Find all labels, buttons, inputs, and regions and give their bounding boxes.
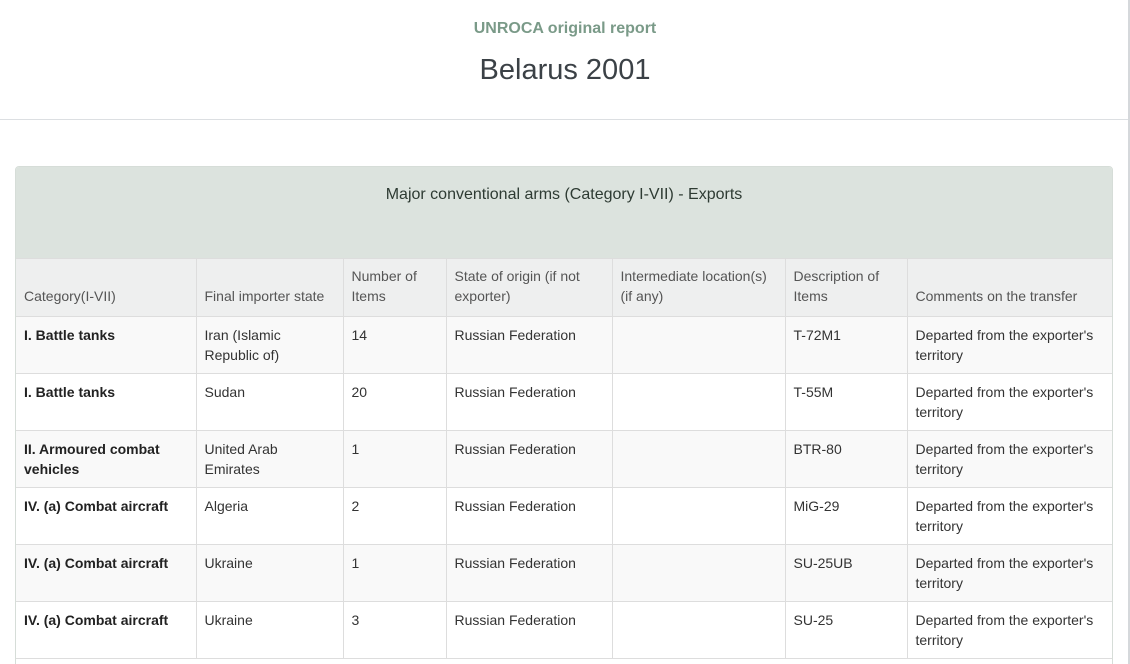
- cell-category: IV. (a) Combat aircraft: [16, 544, 197, 602]
- column-header-state-of-origin[interactable]: State of origin (if not exporter): [445, 258, 613, 317]
- report-subtitle: UNROCA original report: [473, 20, 657, 37]
- cell-number-of-items: 14: [342, 316, 447, 374]
- page-title: Belarus 2001: [479, 54, 651, 86]
- cell-description: T-72M1: [784, 316, 908, 374]
- column-header-number-of-items[interactable]: Number of Items: [342, 258, 447, 317]
- column-header-category[interactable]: Category(I-VII): [16, 258, 197, 317]
- cell-comments: Departed from the exporter's territory: [906, 601, 1112, 659]
- cell-category: I. Battle tanks: [16, 373, 197, 431]
- cell-state-of-origin: Russian Federation: [445, 373, 613, 431]
- cell-intermediate-location: [611, 430, 786, 488]
- cell-state-of-origin: Russian Federation: [445, 544, 613, 602]
- exports-table: Category(I-VII) Final importer state Num…: [16, 258, 1112, 659]
- column-header-final-importer[interactable]: Final importer state: [195, 258, 344, 317]
- cell-comments: Departed from the exporter's territory: [906, 430, 1112, 488]
- table-row: IV. (a) Combat aircraft Algeria 2 Russia…: [16, 487, 1112, 545]
- cell-final-importer: Iran (Islamic Republic of): [195, 316, 344, 374]
- cell-description: SU-25: [784, 601, 908, 659]
- table-row: IV. (a) Combat aircraft Ukraine 3 Russia…: [16, 601, 1112, 659]
- cell-intermediate-location: [611, 373, 786, 431]
- column-header-comments[interactable]: Comments on the transfer: [906, 258, 1112, 317]
- cell-final-importer: Ukraine: [195, 544, 344, 602]
- cell-comments: Departed from the exporter's territory: [906, 544, 1112, 602]
- cell-comments: Departed from the exporter's territory: [906, 316, 1112, 374]
- exports-panel: Major conventional arms (Category I-VII)…: [15, 166, 1113, 664]
- table-row: I. Battle tanks Sudan 20 Russian Federat…: [16, 373, 1112, 431]
- column-header-description[interactable]: Description of Items: [784, 258, 908, 317]
- cell-state-of-origin: Russian Federation: [445, 430, 613, 488]
- page: UNROCA original report Belarus 2001 Majo…: [0, 0, 1130, 664]
- cell-comments: Departed from the exporter's territory: [906, 487, 1112, 545]
- cell-intermediate-location: [611, 316, 786, 374]
- cell-description: SU-25UB: [784, 544, 908, 602]
- cell-category: IV. (a) Combat aircraft: [16, 601, 197, 659]
- cell-category: II. Armoured combat vehicles: [16, 430, 197, 488]
- table-row: II. Armoured combat vehicles United Arab…: [16, 430, 1112, 488]
- cell-description: T-55M: [784, 373, 908, 431]
- cell-state-of-origin: Russian Federation: [445, 487, 613, 545]
- cell-description: MiG-29: [784, 487, 908, 545]
- cell-final-importer: Ukraine: [195, 601, 344, 659]
- cell-number-of-items: 3: [342, 601, 447, 659]
- cell-number-of-items: 1: [342, 430, 447, 488]
- table-header-row: Category(I-VII) Final importer state Num…: [16, 258, 1112, 317]
- table-row: IV. (a) Combat aircraft Ukraine 1 Russia…: [16, 544, 1112, 602]
- cell-intermediate-location: [611, 487, 786, 545]
- cell-final-importer: Sudan: [195, 373, 344, 431]
- cell-final-importer: Algeria: [195, 487, 344, 545]
- cell-number-of-items: 2: [342, 487, 447, 545]
- report-header: UNROCA original report Belarus 2001: [0, 0, 1130, 120]
- cell-number-of-items: 1: [342, 544, 447, 602]
- cell-description: BTR-80: [784, 430, 908, 488]
- cell-intermediate-location: [611, 544, 786, 602]
- cell-intermediate-location: [611, 601, 786, 659]
- table-row: I. Battle tanks Iran (Islamic Republic o…: [16, 316, 1112, 374]
- cell-state-of-origin: Russian Federation: [445, 601, 613, 659]
- cell-comments: Departed from the exporter's territory: [906, 373, 1112, 431]
- cell-number-of-items: 20: [342, 373, 447, 431]
- panel-heading: Major conventional arms (Category I-VII)…: [16, 167, 1112, 258]
- cell-category: I. Battle tanks: [16, 316, 197, 374]
- cell-state-of-origin: Russian Federation: [445, 316, 613, 374]
- column-header-intermediate-location[interactable]: Intermediate location(s) (if any): [611, 258, 786, 317]
- cell-final-importer: United Arab Emirates: [195, 430, 344, 488]
- cell-category: IV. (a) Combat aircraft: [16, 487, 197, 545]
